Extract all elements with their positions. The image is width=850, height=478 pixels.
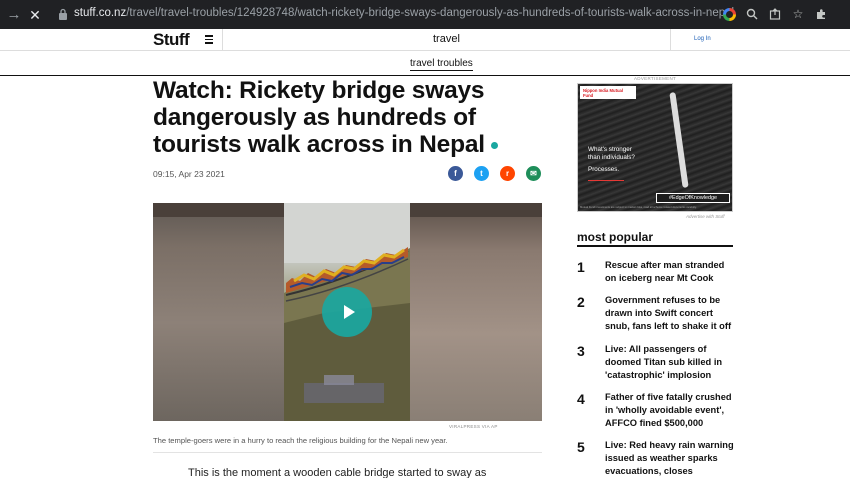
list-item-number: 5 [577,439,585,455]
most-popular-title: most popular [577,230,654,244]
facebook-share-icon[interactable]: f [448,166,463,181]
list-item-link[interactable]: Government refuses to be drawn into Swif… [605,294,737,334]
header-divider [670,29,671,51]
article-headline: Watch: Rickety bridge sways dangerously … [153,77,543,158]
list-item-link[interactable]: Father of five fatally crushed in 'wholl… [605,391,737,431]
video-player[interactable] [153,203,542,421]
play-button-icon[interactable] [322,287,372,337]
video-blur-right [410,203,542,421]
bookmark-star-icon[interactable]: ☆ [791,7,805,21]
email-share-icon[interactable]: ✉ [526,166,541,181]
video-credit: VIRALPRESS VIA AP [449,424,498,429]
list-item-number: 4 [577,391,585,407]
most-popular-rule [577,245,733,247]
section-title[interactable]: travel [433,33,460,45]
url-text[interactable]: stuff.co.nz/travel/travel-troubles/12492… [74,7,734,19]
menu-icon[interactable] [205,35,213,44]
list-item-number: 3 [577,343,585,359]
caption-divider [153,452,542,453]
zoom-icon[interactable] [745,7,759,21]
subnav-travel-troubles[interactable]: travel troubles [410,58,473,71]
stuff-logo[interactable]: Stuff [153,30,190,50]
google-icon[interactable] [722,7,736,21]
video-blur-left [153,203,284,421]
article-date: 09:15, Apr 23 2021 [153,169,225,179]
list-item-number: 2 [577,294,585,310]
list-item-link[interactable]: Rescue after man stranded on iceberg nea… [605,259,737,285]
video-indicator-icon [490,142,498,150]
list-item-link[interactable]: Live: All passengers of doomed Titan sub… [605,343,737,383]
article-body: This is the moment a wooden cable bridge… [188,467,487,478]
screen: → ✕ stuff.co.nz/travel/travel-troubles/1… [0,0,850,478]
list-item-link[interactable]: Live: Red heavy rain warning issued as w… [605,439,737,478]
twitter-share-icon[interactable]: t [474,166,489,181]
share-buttons: f t r ✉ [448,166,541,181]
reddit-share-icon[interactable]: r [500,166,515,181]
ad-disclaimer: Mutual Fund investments are subject to m… [580,206,697,209]
ad-accent-line [588,180,624,181]
list-item-number: 1 [577,259,585,275]
lock-icon[interactable] [58,8,68,20]
web-page: Stuff travel Log In travel troubles Watc… [0,29,850,478]
video-caption: The temple-goers were in a hurry to reac… [153,436,448,445]
header-divider [222,29,223,51]
stop-icon[interactable]: ✕ [25,5,45,25]
extensions-icon[interactable] [814,7,828,21]
ad-hashtag: #EdgeOfKnowledge [656,193,730,203]
subnav: travel troubles [0,51,850,76]
ad-brand-logo: Nippon India Mutual Fund [580,86,636,99]
browser-toolbar: → ✕ stuff.co.nz/travel/travel-troubles/1… [0,0,850,29]
address-bar[interactable]: stuff.co.nz/travel/travel-troubles/12492… [48,4,828,25]
site-header: Stuff travel Log In [0,29,850,51]
ad-label: ADVERTISEMENT [634,76,677,81]
forward-arrow-icon[interactable]: → [4,5,24,25]
login-link[interactable]: Log In [694,36,711,42]
ad-credit[interactable]: Advertise with Stuff [686,214,725,219]
advertisement[interactable]: Nippon India Mutual Fund What's stronger… [577,83,733,212]
share-icon[interactable] [768,7,782,21]
ad-copy: What's stronger than individuals? Proces… [588,146,635,173]
